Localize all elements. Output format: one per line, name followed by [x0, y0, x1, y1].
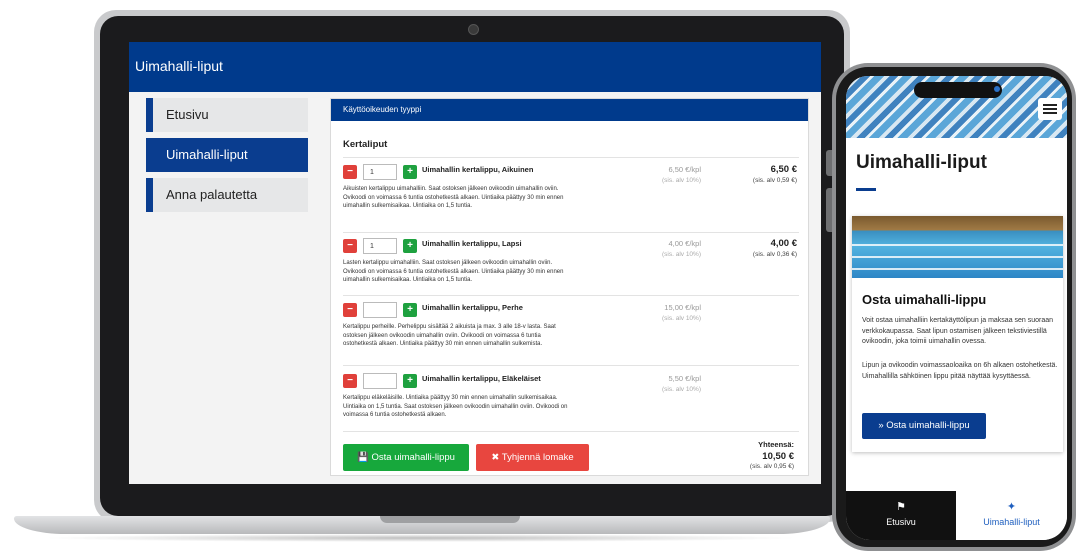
- increase-button[interactable]: +: [403, 303, 417, 317]
- close-icon: ✖: [491, 452, 500, 463]
- card-text: Voit ostaa uimahalliin kertakäyttölipun …: [862, 317, 1054, 345]
- total-vat: (sis. alv 0,95 €): [749, 463, 794, 470]
- decrease-button[interactable]: −: [343, 374, 357, 388]
- buy-ticket-button[interactable]: 💾 Osta uimahalli-lippu: [343, 444, 469, 471]
- sidebar-item-uimahalli-liput[interactable]: Uimahalli-liput: [146, 138, 308, 172]
- section-title: Kertaliput: [343, 139, 388, 150]
- unit-price: 4,00 €/kpl: [668, 239, 701, 248]
- site-title[interactable]: Uimahalli-liput: [135, 58, 223, 74]
- page-title: Uimahalli-liput: [856, 152, 987, 173]
- product-name: Uimahallin kertalippu, Lapsi: [422, 239, 522, 248]
- clear-form-button[interactable]: ✖ Tyhjennä lomake: [476, 444, 589, 471]
- tab-label: Uimahalli-liput: [983, 517, 1040, 527]
- product-description: Aikuisten kertalippu uimahalliin. Saat o…: [343, 186, 564, 210]
- product-name: Uimahallin kertalippu, Aikuinen: [422, 165, 534, 174]
- panel-title: Käyttöoikeuden tyyppi: [331, 99, 808, 121]
- card-title: Osta uimahalli-lippu: [862, 292, 987, 307]
- ticket-panel: Käyttöoikeuden tyyppi Kertaliput − 1 + U…: [330, 98, 809, 476]
- divider: [343, 232, 799, 233]
- phone-screen: Uimahalli-liput Osta uimahalli-lippu Voi…: [846, 76, 1067, 540]
- tab-label: Etusivu: [886, 517, 916, 527]
- sidebar-item-anna-palautetta[interactable]: Anna palautetta: [146, 178, 308, 212]
- decrease-button[interactable]: −: [343, 239, 357, 253]
- clear-form-label: Tyhjennä lomake: [501, 452, 574, 463]
- title-underline: [856, 188, 876, 191]
- quantity-input[interactable]: [363, 373, 397, 389]
- increase-button[interactable]: +: [403, 165, 417, 179]
- card-text: Lipun ja ovikoodin voimassaoloaika on 6h…: [862, 362, 1058, 380]
- laptop-notch: [380, 516, 520, 523]
- product-description: Kertalippu eläkeläisille. Uintiaika päät…: [343, 395, 568, 419]
- sidebar-item-etusivu[interactable]: Etusivu: [146, 98, 308, 132]
- unit-vat: (sis. alv 10%): [661, 177, 701, 184]
- product-row: − + Uimahallin kertalippu, Eläkeläiset K…: [343, 372, 799, 428]
- divider: [343, 157, 799, 158]
- product-row: − 1 + Uimahallin kertalippu, Aikuinen Ai…: [343, 163, 799, 229]
- pool-image: [852, 216, 1063, 278]
- laptop-screen: Uimahalli-liput Etusivu Uimahalli-liput …: [129, 42, 821, 484]
- line-vat: (sis. alv 0,59 €): [752, 177, 797, 184]
- divider: [343, 365, 799, 366]
- unit-vat: (sis. alv 10%): [661, 315, 701, 322]
- unit-price: 5,50 €/kpl: [668, 374, 701, 383]
- product-row: − + Uimahallin kertalippu, Perhe Kertali…: [343, 301, 799, 365]
- divider: [343, 295, 799, 296]
- total-label: Yhteensä:: [758, 440, 794, 449]
- laptop-shadow: [40, 534, 800, 542]
- hamburger-menu-icon[interactable]: [1038, 98, 1062, 120]
- ticket-icon: ✦: [1006, 501, 1017, 513]
- divider: [343, 431, 799, 432]
- product-name: Uimahallin kertalippu, Eläkeläiset: [422, 374, 541, 383]
- phone-speaker: [914, 82, 1002, 98]
- product-row: − 1 + Uimahallin kertalippu, Lapsi Laste…: [343, 237, 799, 295]
- flag-icon: ⚑: [896, 501, 906, 513]
- buy-ticket-button-mobile[interactable]: » Osta uimahalli-lippu: [862, 413, 986, 439]
- unit-price: 6,50 €/kpl: [668, 165, 701, 174]
- unit-vat: (sis. alv 10%): [661, 386, 701, 393]
- tab-etusivu[interactable]: ⚑ Etusivu: [846, 491, 956, 540]
- line-price: 6,50 €: [770, 164, 797, 175]
- decrease-button[interactable]: −: [343, 165, 357, 179]
- quantity-input[interactable]: 1: [363, 164, 397, 180]
- unit-vat: (sis. alv 10%): [661, 251, 701, 258]
- product-description: Lasten kertalippu uimahalliin. Saat osto…: [343, 260, 564, 284]
- buy-ticket-label: Osta uimahalli-lippu: [371, 452, 455, 463]
- site-header: Uimahalli-liput: [129, 42, 821, 92]
- decrease-button[interactable]: −: [343, 303, 357, 317]
- unit-price: 15,00 €/kpl: [664, 303, 701, 312]
- buy-card: Osta uimahalli-lippu Voit ostaa uimahall…: [852, 216, 1063, 452]
- quantity-input[interactable]: 1: [363, 238, 397, 254]
- front-camera-icon: [994, 86, 1000, 92]
- camera-icon: [468, 24, 479, 35]
- line-price: 4,00 €: [770, 238, 797, 249]
- product-name: Uimahallin kertalippu, Perhe: [422, 303, 523, 312]
- tab-uimahalli-liput[interactable]: ✦ Uimahalli-liput: [956, 491, 1067, 540]
- save-icon: 💾: [357, 452, 369, 463]
- increase-button[interactable]: +: [403, 239, 417, 253]
- product-description: Kertalippu perheille. Perhelippu sisältä…: [343, 324, 556, 348]
- quantity-input[interactable]: [363, 302, 397, 318]
- total-amount: 10,50 €: [762, 451, 794, 462]
- line-vat: (sis. alv 0,36 €): [752, 251, 797, 258]
- increase-button[interactable]: +: [403, 374, 417, 388]
- bottom-tab-bar: ⚑ Etusivu ✦ Uimahalli-liput: [846, 491, 1067, 540]
